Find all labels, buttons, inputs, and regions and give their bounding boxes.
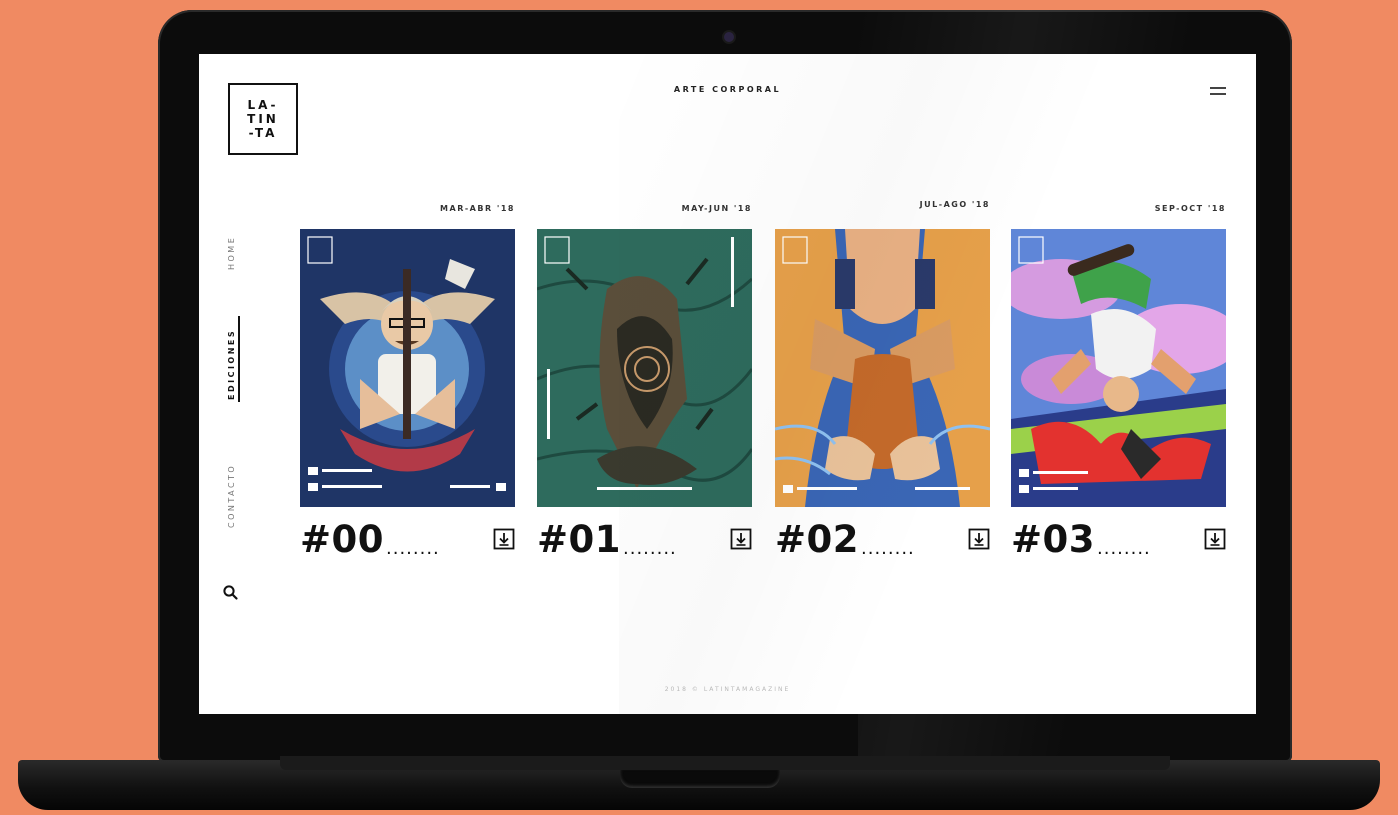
nav-home[interactable]: HOME bbox=[227, 236, 236, 270]
laptop-hinge bbox=[280, 756, 1170, 770]
issue-cover-03[interactable] bbox=[1011, 229, 1226, 507]
issue-dots: ........ bbox=[386, 538, 440, 559]
issue-cover-02[interactable] bbox=[775, 229, 990, 507]
nav-contacto[interactable]: CONTACTO bbox=[227, 464, 236, 528]
camera-lens bbox=[724, 32, 734, 42]
issue-date: JUL-AGO '18 bbox=[919, 200, 990, 209]
logo-line-3: -TA bbox=[248, 126, 278, 140]
issue-date: MAR-ABR '18 bbox=[440, 204, 515, 213]
issue-number[interactable]: #01 bbox=[537, 518, 621, 561]
logo-line-1: LA- bbox=[247, 98, 279, 112]
page-title: ARTE CORPORAL bbox=[673, 85, 782, 94]
active-nav-indicator bbox=[238, 316, 240, 402]
issue-row-02: #02 ........ bbox=[775, 518, 990, 562]
issue-number[interactable]: #02 bbox=[775, 518, 859, 561]
download-icon[interactable] bbox=[968, 528, 990, 550]
hamburger-icon[interactable] bbox=[1210, 86, 1226, 96]
laptop-notch bbox=[620, 770, 780, 788]
download-icon[interactable] bbox=[1204, 528, 1226, 550]
issue-dots: ........ bbox=[1097, 538, 1151, 559]
issue-cover-00[interactable] bbox=[300, 229, 515, 507]
issue-date: SEP-OCT '18 bbox=[1154, 204, 1226, 213]
search-icon[interactable] bbox=[222, 584, 240, 602]
issue-number[interactable]: #00 bbox=[300, 518, 384, 561]
issue-row-01: #01 ........ bbox=[537, 518, 752, 562]
issue-dots: ........ bbox=[861, 538, 915, 559]
issue-date: MAY-JUN '18 bbox=[681, 204, 752, 213]
issue-dots: ........ bbox=[623, 538, 677, 559]
issue-row-00: #00 ........ bbox=[300, 518, 515, 562]
download-icon[interactable] bbox=[493, 528, 515, 550]
nav-ediciones[interactable]: EDICIONES bbox=[227, 329, 236, 400]
logo-line-2: TIN bbox=[247, 112, 279, 126]
download-icon[interactable] bbox=[730, 528, 752, 550]
website-screen: LA- TIN -TA ARTE CORPORAL HOME EDICIONES… bbox=[199, 54, 1256, 714]
issue-row-03: #03 ........ bbox=[1011, 518, 1226, 562]
issue-number[interactable]: #03 bbox=[1011, 518, 1095, 561]
issue-cover-01[interactable] bbox=[537, 229, 752, 507]
footer-copyright: 2018 © LATINTAMAGAZINE bbox=[664, 686, 791, 693]
